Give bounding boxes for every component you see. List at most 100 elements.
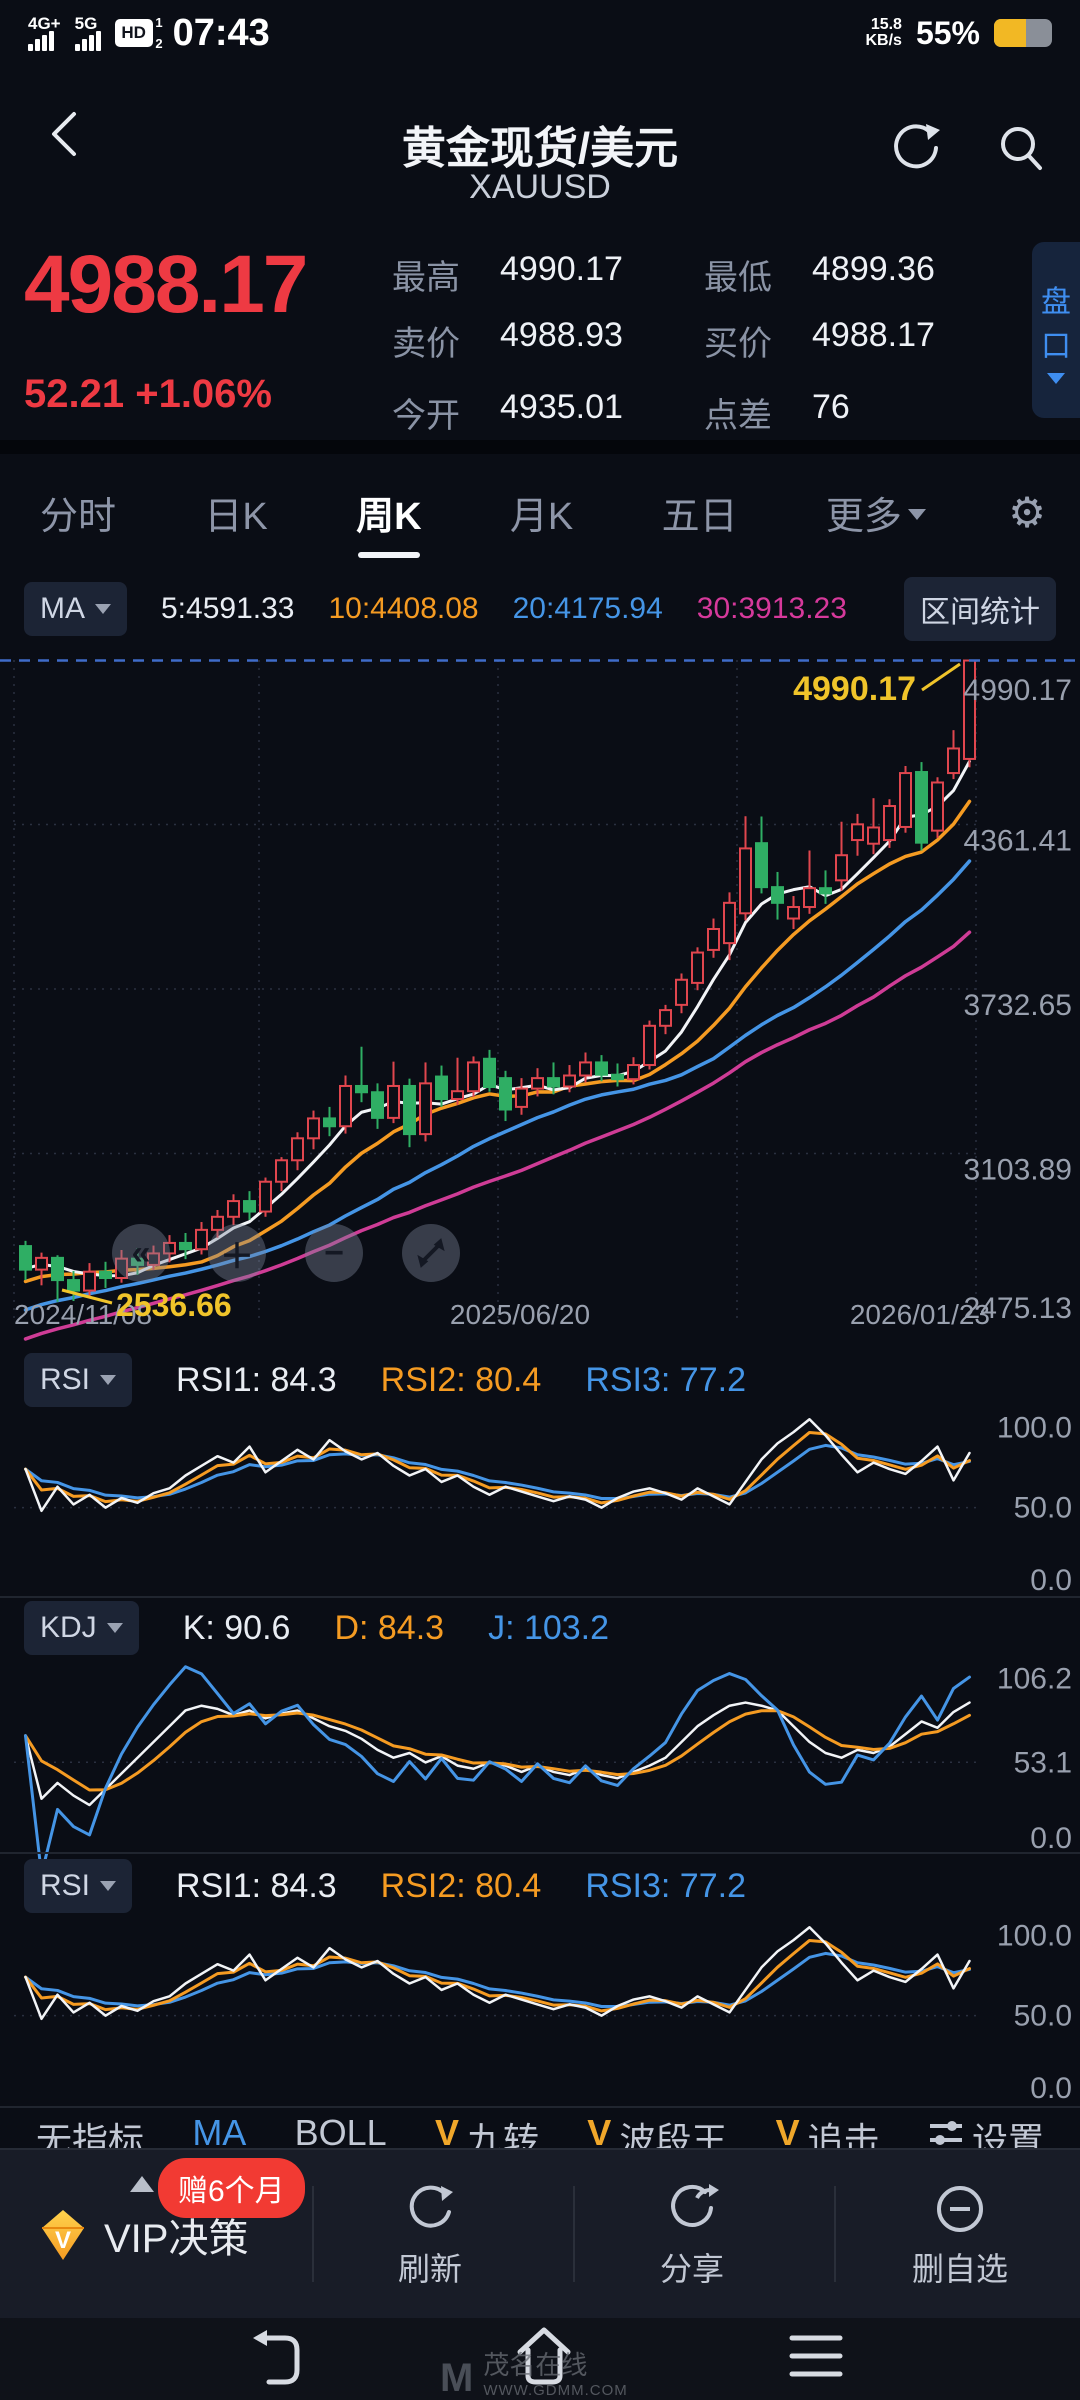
expand-button[interactable] [402,1224,460,1282]
svg-text:3103.89: 3103.89 [964,1154,1072,1187]
zoom-in-button[interactable]: ＋ [208,1224,266,1282]
stat-label: 卖价 [392,316,500,365]
tab-more[interactable]: 更多 [820,465,932,560]
stat-label: 最低 [704,250,812,299]
collapse-handle-icon[interactable] [130,2176,154,2192]
nav-menu-icon[interactable] [786,2330,846,2386]
watermark-url: WWW.GDMM.COM [483,2378,627,2400]
kdj-selector-button[interactable]: KDJ [24,1601,139,1655]
svg-text:50.0: 50.0 [1014,2000,1072,2033]
svg-text:2025/06/20: 2025/06/20 [450,1299,590,1330]
bottom-toolbar: 赠6个月 V VIP决策 刷新 [0,2148,1080,2320]
indicator-tab-v9[interactable]: V九转 [435,2112,539,2149]
ma10-value: 10:4408.08 [328,592,478,626]
indicator-tab-vband[interactable]: V波段王 [587,2112,727,2149]
kdj-k-value: K: 90.6 [183,1609,291,1648]
search-icon[interactable] [992,120,1052,180]
jump-left-button[interactable]: « [112,1224,170,1282]
kdj-j-value: J: 103.2 [488,1609,609,1648]
period-tab-bar: 分时 日K 周K 月K 五日 更多 ⚙ [0,454,1080,570]
stat-value: 4990.17 [500,250,623,299]
toolbar-divider [573,2186,575,2282]
indicator-tab-boll[interactable]: BOLL [295,2112,387,2149]
svg-text:2024/11/08: 2024/11/08 [14,1299,152,1330]
ma30-value: 30:3913.23 [697,592,847,626]
price-change: 52.21 +1.06% [24,372,272,417]
stat-value: 76 [812,388,850,437]
watermark-name: 茂名在线 [483,2352,627,2378]
tab-timeline[interactable]: 分时 [34,465,122,560]
nav-back-icon[interactable] [245,2326,309,2392]
share-icon [665,2182,719,2236]
indicator-settings[interactable]: 设置 [928,2112,1044,2149]
indicator-tab-ma[interactable]: MA [192,2112,246,2149]
svg-text:2475.13: 2475.13 [964,1292,1072,1325]
range-stats-button[interactable]: 区间统计 [904,577,1056,641]
tab-weekly[interactable]: 周K [350,465,427,560]
rsi2-panel-header: RSI RSI1: 84.3 RSI2: 80.4 RSI3: 77.2 [0,1858,1080,1914]
depth-panel-tab[interactable]: 盘口 [1032,242,1080,418]
panel-divider [0,1852,1080,1854]
svg-text:4990.17: 4990.17 [793,670,916,708]
rsi-selector-button[interactable]: RSI [24,1859,132,1913]
panel-divider [0,2106,1080,2108]
rsi2-value: RSI2: 80.4 [381,1361,542,1400]
svg-text:100.0: 100.0 [997,1411,1072,1444]
chevron-down-icon [95,604,111,614]
rsi-selector-button[interactable]: RSI [24,1353,132,1407]
indicator-tab-vchase[interactable]: V追击 [776,2112,880,2149]
circle-minus-icon [933,2182,987,2236]
svg-text:3732.65: 3732.65 [964,989,1072,1022]
app-screen: 4990.17 4361.41 3732.65 3103.89 2475.13 2024/… [0,0,1080,2400]
stat-label: 今开 [392,388,500,437]
svg-text:0.0: 0.0 [1030,1564,1072,1597]
rsi1-value: RSI1: 84.3 [176,1361,337,1400]
tab-5day[interactable]: 五日 [656,465,744,560]
stat-label: 点差 [704,388,812,437]
header: 黄金现货/美元 XAUUSD [0,60,1080,220]
svg-text:106.2: 106.2 [997,1663,1072,1696]
zoom-out-button[interactable]: − [305,1224,363,1282]
tab-daily[interactable]: 日K [198,465,273,560]
rsi2-value: RSI2: 80.4 [381,1867,542,1906]
toolbar-divider [312,2186,314,2282]
stat-value: 4988.93 [500,316,623,365]
ma-selector-button[interactable]: MA [24,582,127,636]
svg-text:4361.41: 4361.41 [964,825,1072,858]
hd-volte-icon: HD 1 2 [115,19,153,47]
section-divider [0,440,1080,454]
chevron-down-icon [100,1375,116,1385]
site-watermark: M 茂名在线 WWW.GDMM.COM [440,2352,628,2400]
ma20-value: 20:4175.94 [513,592,663,626]
refresh-icon [403,2182,457,2236]
indicator-tab-row: 无指标 MA BOLL V九转 V波段王 V追击 设置 [0,2112,1080,2149]
tab-monthly[interactable]: 月K [504,465,579,560]
chevron-down-icon [107,1623,123,1633]
tune-icon [928,2118,964,2148]
vip-badge: 赠6个月 [158,2158,305,2218]
svg-text:2026/01/23: 2026/01/23 [850,1299,990,1330]
watermark-logo: M [440,2356,473,2400]
ma-indicator-bar: MA 5:4591.33 10:4408.08 20:4175.94 30:39… [0,576,1080,642]
last-price: 4988.17 [24,238,306,332]
expand-arrows-icon [414,1236,448,1270]
signal-4g-icon: 4G+ [28,16,61,51]
share-button[interactable]: 分享 [660,2182,724,2290]
stat-value: 4935.01 [500,388,623,437]
gear-icon[interactable]: ⚙ [1008,488,1046,537]
refresh-icon[interactable] [886,118,946,178]
indicator-tab-none[interactable]: 无指标 [36,2112,144,2149]
rsi-panel-header: RSI RSI1: 84.3 RSI2: 80.4 RSI3: 77.2 [0,1352,1080,1408]
clock: 07:43 [173,12,270,55]
rsi3-value: RSI3: 77.2 [585,1867,746,1906]
svg-text:53.1: 53.1 [1014,1746,1072,1779]
remove-watchlist-button[interactable]: 删自选 [912,2182,1008,2290]
svg-text:0.0: 0.0 [1030,2072,1072,2105]
refresh-button[interactable]: 刷新 [398,2182,462,2290]
battery-percent: 55% [916,15,980,52]
rsi3-value: RSI3: 77.2 [585,1361,746,1400]
quote-section: 4988.17 52.21 +1.06% 最高4990.17 最低4899.36… [0,220,1080,440]
battery-icon [994,19,1052,47]
toolbar-divider [834,2186,836,2282]
chevron-down-icon [100,1881,116,1891]
